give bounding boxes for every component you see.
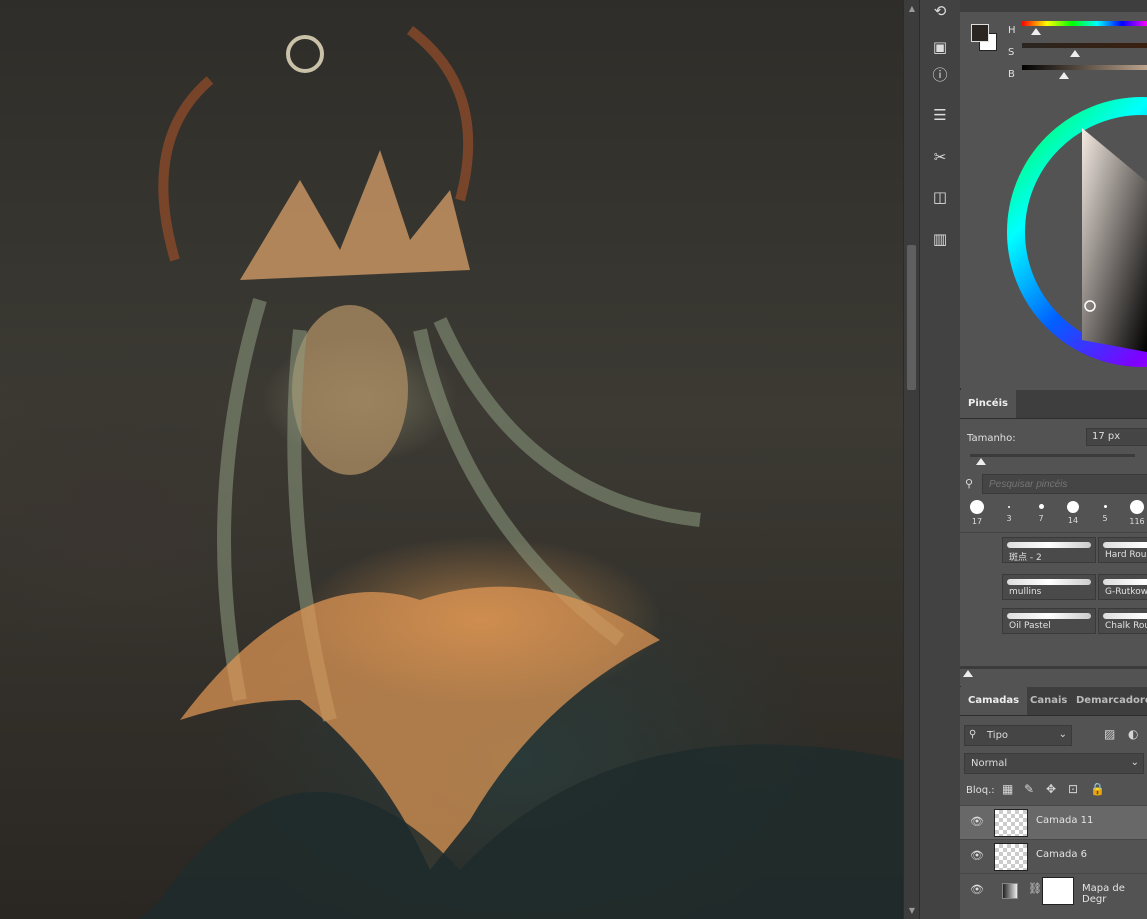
lock-position-icon[interactable]: ✥ <box>1046 782 1056 796</box>
painting-artwork <box>140 26 903 919</box>
tools-icon[interactable]: ✂ <box>929 146 951 168</box>
preset-size-slider[interactable] <box>960 666 1147 669</box>
slider-label-s: S <box>1008 47 1015 58</box>
blend-mode-value: Normal <box>971 758 1008 769</box>
scroll-down-icon[interactable]: ▼ <box>907 906 917 915</box>
lock-transparent-icon[interactable]: ▦ <box>1002 782 1013 796</box>
library-icon[interactable]: ▣ <box>929 36 951 58</box>
lock-all-icon[interactable]: 🔒 <box>1090 782 1105 796</box>
eye-icon[interactable]: 👁 <box>970 815 984 828</box>
info-icon[interactable]: ⓘ <box>929 64 951 86</box>
brightness-slider-knob[interactable] <box>1059 72 1069 79</box>
layer-filter-select[interactable]: ⚲ Tipo ⌄ <box>964 725 1072 746</box>
foreground-color-swatch[interactable] <box>971 24 989 42</box>
chevron-down-icon: ⌄ <box>1130 757 1139 768</box>
search-icon: ⚲ <box>965 477 974 490</box>
brush-preset[interactable]: Hard Rou <box>1098 537 1147 563</box>
brush-preset[interactable]: 斑点 - 2 <box>1002 537 1096 563</box>
link-icon: ⛓ <box>1028 882 1042 895</box>
saturation-slider[interactable] <box>1022 43 1147 48</box>
gradient-map-icon <box>1002 883 1018 899</box>
tab-brushes[interactable]: Pincéis <box>960 390 1016 418</box>
saturation-slider-knob[interactable] <box>1070 50 1080 57</box>
hue-slider[interactable] <box>1022 21 1147 26</box>
layer-filter-kind: Tipo <box>987 730 1009 741</box>
brush-tip[interactable]: 3 <box>995 500 1023 523</box>
brush-preset[interactable]: Oil Pastel <box>1002 608 1096 634</box>
slider-label-h: H <box>1008 25 1016 36</box>
brush-tip[interactable]: 116 <box>1123 500 1147 526</box>
layer-row[interactable]: 👁 Camada 11 <box>960 805 1147 839</box>
layer-name: Camada 11 <box>1036 815 1094 826</box>
layer-name: Camada 6 <box>1036 849 1087 860</box>
gradient-icon[interactable]: ▥ <box>929 228 951 250</box>
eye-icon[interactable]: 👁 <box>970 883 984 896</box>
lock-label: Bloq.: <box>966 785 995 796</box>
layer-mask-thumbnail <box>1042 877 1074 905</box>
slider-label-b: B <box>1008 69 1015 80</box>
blend-mode-select[interactable]: Normal ⌄ <box>964 753 1144 774</box>
brush-size-label: Tamanho: <box>967 433 1016 444</box>
document-canvas[interactable] <box>0 0 903 919</box>
history-icon[interactable]: ⟲ <box>929 0 951 22</box>
brush-size-slider[interactable] <box>970 454 1135 457</box>
layer-thumbnail <box>994 843 1028 871</box>
scrollbar-thumb[interactable] <box>907 245 916 390</box>
brush-tip[interactable]: 5 <box>1091 500 1119 523</box>
preset-size-slider-knob[interactable] <box>963 670 973 677</box>
brush-tip[interactable]: 7 <box>1027 500 1055 523</box>
brush-search-input[interactable] <box>982 474 1147 494</box>
scroll-up-icon[interactable]: ▲ <box>907 4 917 13</box>
brush-preset[interactable]: G-Rutkow <box>1098 574 1147 600</box>
brush-preset[interactable]: mullins <box>1002 574 1096 600</box>
color-panel-tabbar <box>960 0 1147 12</box>
brightness-slider[interactable] <box>1022 65 1147 70</box>
tab-paths[interactable]: Demarcadores <box>1068 687 1147 715</box>
canvas-vertical-scrollbar[interactable]: ▲ ▼ <box>903 0 920 919</box>
layer-row[interactable]: 👁 Camada 6 <box>960 839 1147 873</box>
search-icon: ⚲ <box>969 729 977 740</box>
brush-size-input[interactable]: 17 px <box>1086 428 1147 446</box>
swatches-icon[interactable]: ◫ <box>929 186 951 208</box>
layers-panel: Camadas Canais Demarcadores ⚲ Tipo ⌄ ▨ ◐… <box>960 687 1147 919</box>
lock-artboard-icon[interactable]: ⊡ <box>1068 782 1078 796</box>
lock-image-icon[interactable]: ✎ <box>1024 782 1034 796</box>
eye-icon[interactable]: 👁 <box>970 849 984 862</box>
brush-tip[interactable]: 14 <box>1059 500 1087 525</box>
tab-layers[interactable]: Camadas <box>960 687 1028 715</box>
properties-icon[interactable]: ☰ <box>929 104 951 126</box>
panel-icon-strip: ⟲ ▣ ⓘ ☰ ✂ ◫ ▥ <box>919 0 961 919</box>
layer-name: Mapa de Degr <box>1082 883 1125 905</box>
brush-size-slider-knob[interactable] <box>976 458 986 465</box>
image-filter-icon[interactable]: ▨ <box>1104 727 1115 741</box>
hue-slider-knob[interactable] <box>1031 28 1041 35</box>
color-panel: H S B <box>960 0 1147 388</box>
adjustment-filter-icon[interactable]: ◐ <box>1128 727 1138 741</box>
brush-preset[interactable]: Chalk Rou <box>1098 608 1147 634</box>
color-wheel[interactable] <box>1000 92 1147 382</box>
layer-thumbnail <box>994 809 1028 837</box>
chevron-down-icon: ⌄ <box>1058 729 1067 740</box>
brush-tip[interactable]: 17 <box>963 500 991 526</box>
layer-row[interactable]: 👁 ⛓ Mapa de Degr <box>960 873 1147 907</box>
